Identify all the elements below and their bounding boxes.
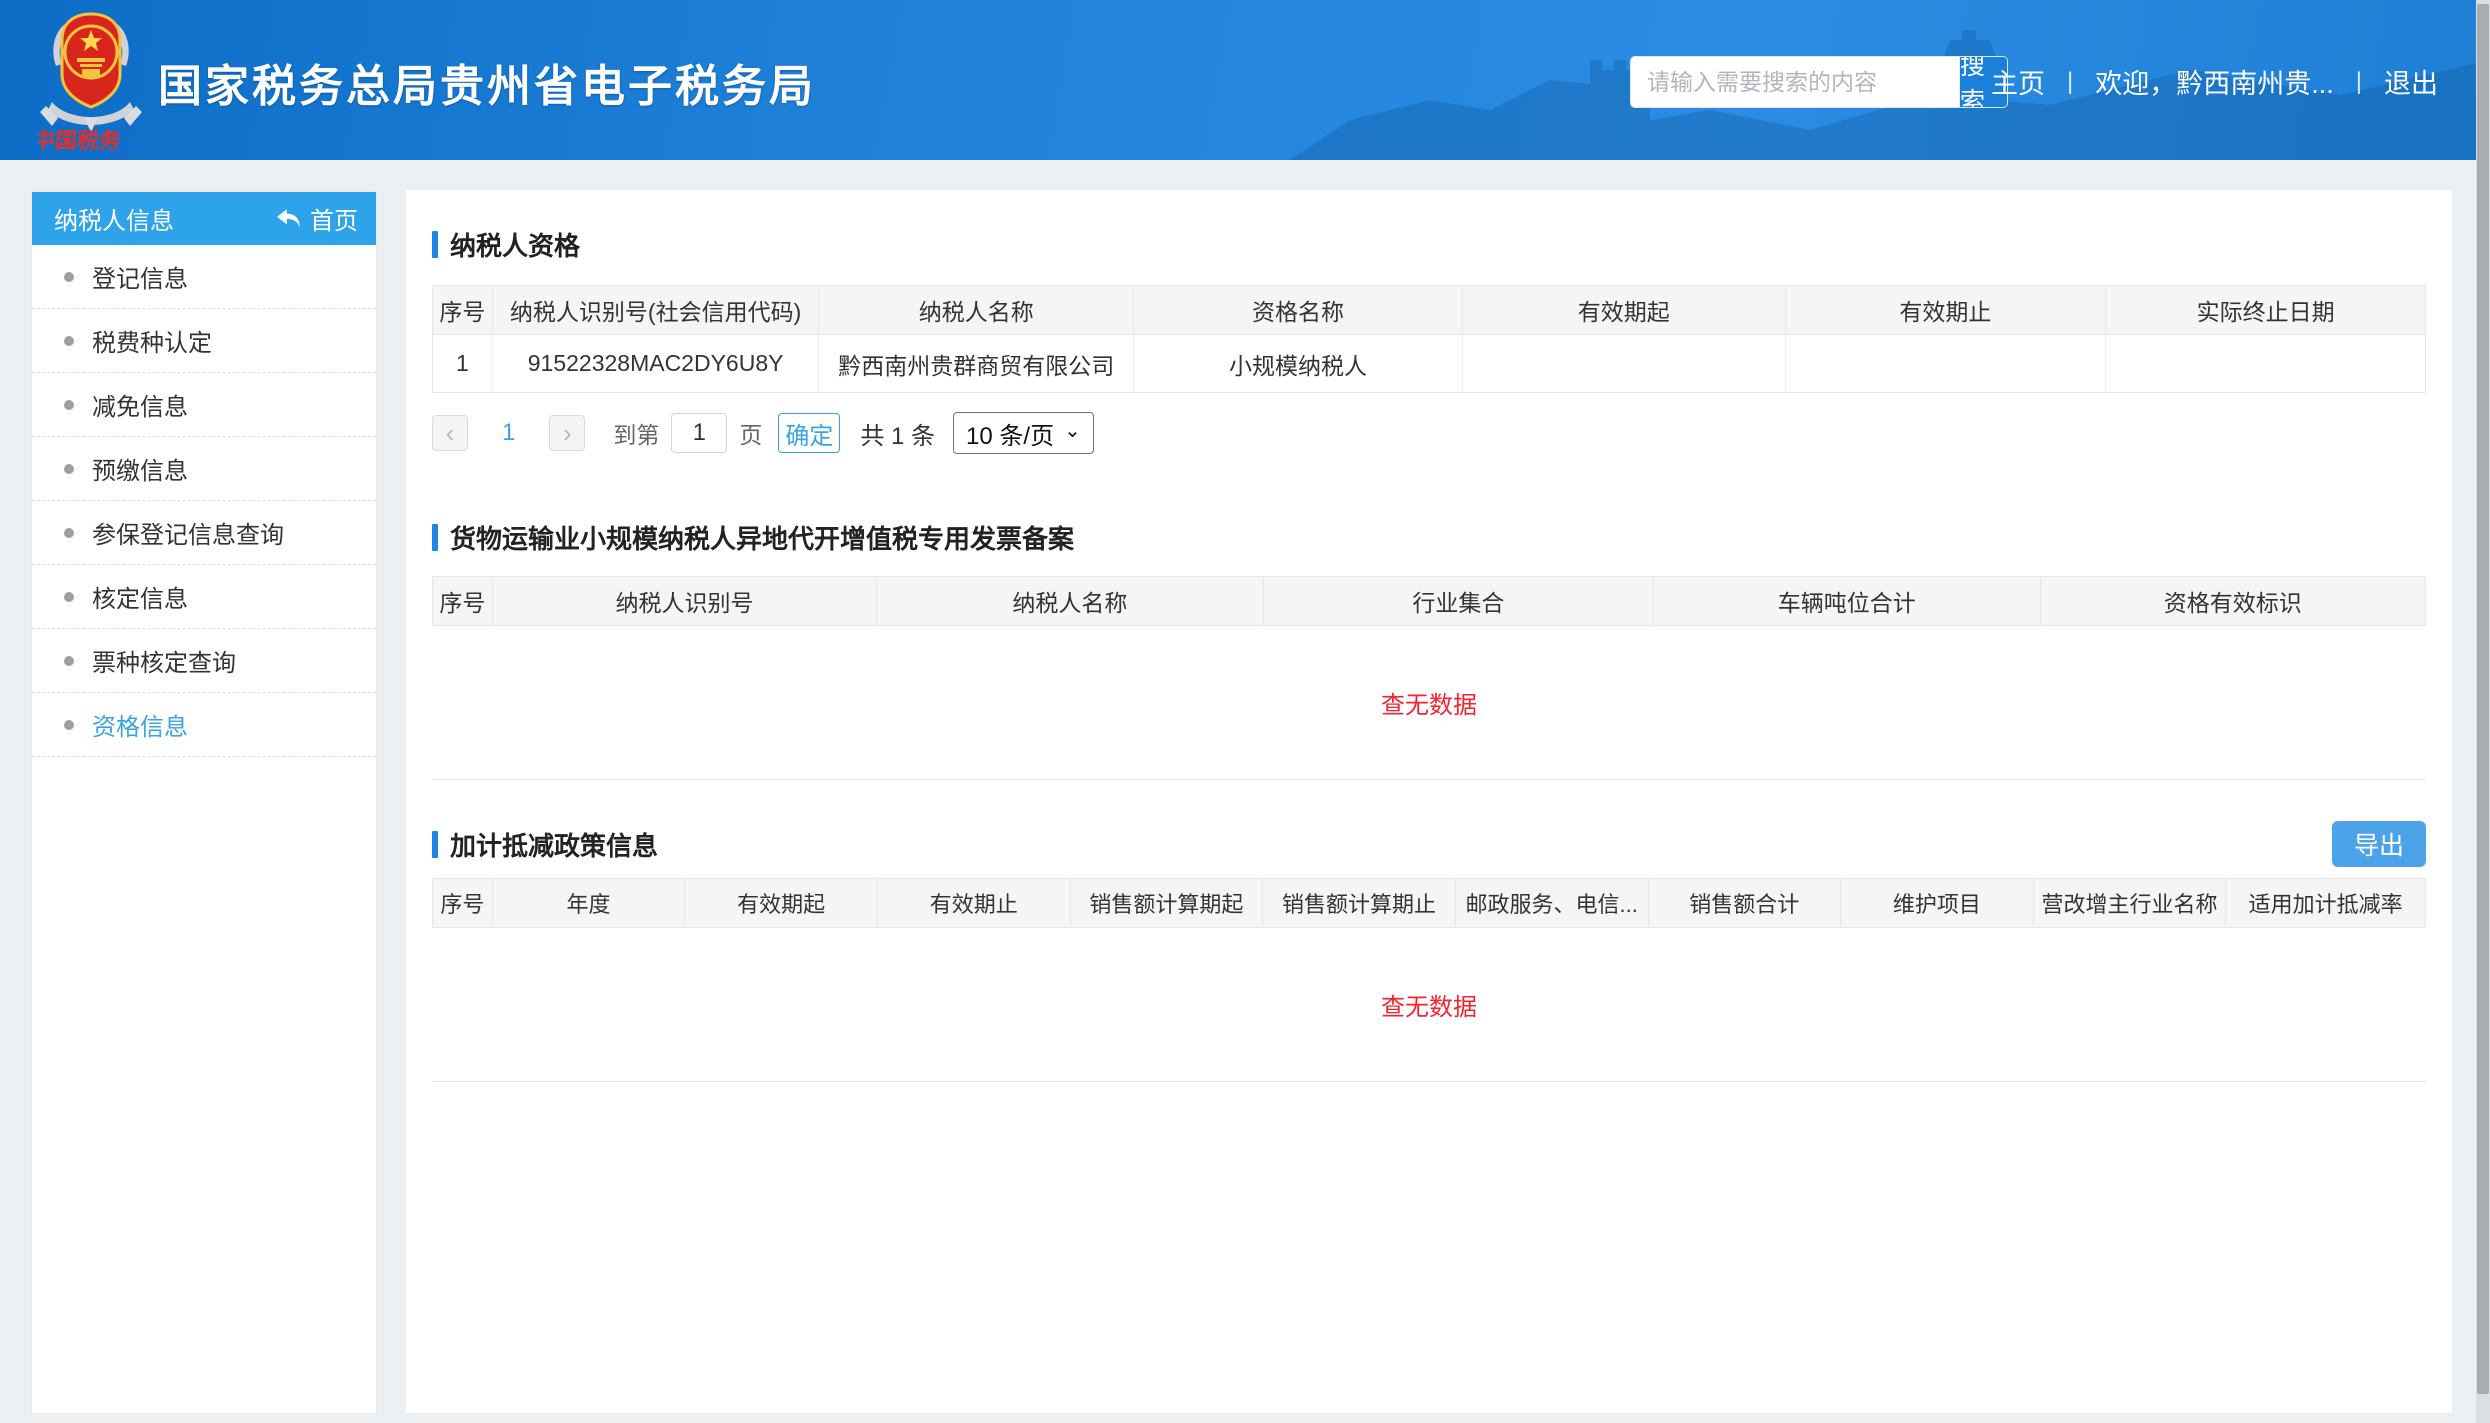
column-header: 销售额计算期起 — [1071, 879, 1264, 927]
next-page-button[interactable]: › — [549, 415, 585, 451]
prev-page-button[interactable]: ‹ — [432, 415, 468, 451]
sidebar-home-label: 首页 — [310, 201, 358, 236]
table-header-row: 序号年度有效期起有效期止销售额计算期起销售额计算期止邮政服务、电信...销售额合… — [432, 878, 2426, 928]
column-header: 纳税人名称 — [819, 286, 1134, 334]
sidebar-header: 纳税人信息 首页 — [32, 192, 376, 245]
column-header: 资格有效标识 — [2041, 577, 2426, 625]
table-cell: 小规模纳税人 — [1134, 335, 1463, 392]
sidebar-item-zige[interactable]: 资格信息 — [32, 693, 376, 757]
column-header: 实际终止日期 — [2106, 286, 2425, 334]
pagination: ‹ 1 › 到第 页 确定 共 1 条 10 条/页 ⌄ — [432, 411, 2426, 455]
sidebar-item-yujiao[interactable]: 预缴信息 — [32, 437, 376, 501]
taxpayer-qualification-table: 序号纳税人识别号(社会信用代码)纳税人名称资格名称有效期起有效期止实际终止日期1… — [432, 285, 2426, 393]
scrollbar-thumb[interactable] — [2477, 4, 2489, 1394]
column-header: 维护项目 — [1841, 879, 2034, 927]
section-title-freight: 货物运输业小规模纳税人异地代开增值税专用发票备案 — [432, 519, 2426, 556]
column-header: 有效期止 — [1786, 286, 2107, 334]
column-header: 年度 — [493, 879, 686, 927]
table-cell — [2106, 335, 2425, 392]
page-input[interactable] — [671, 413, 727, 453]
page-unit-label: 页 — [739, 416, 762, 450]
column-header: 纳税人名称 — [877, 577, 1263, 625]
column-header: 有效期止 — [878, 879, 1071, 927]
bullet-icon — [64, 272, 74, 282]
freight-filing-table: 序号纳税人识别号纳税人名称行业集合车辆吨位合计资格有效标识查无数据 — [432, 576, 2426, 780]
column-header: 有效期起 — [685, 879, 878, 927]
vertical-scrollbar[interactable] — [2476, 0, 2490, 1423]
bullet-icon — [64, 464, 74, 474]
section-title-qualification: 纳税人资格 — [432, 226, 2426, 263]
sidebar-title: 纳税人信息 — [54, 201, 174, 236]
bullet-icon — [64, 528, 74, 538]
column-header: 邮政服务、电信... — [1456, 879, 1649, 927]
column-header: 资格名称 — [1134, 286, 1463, 334]
site-title: 国家税务总局贵州省电子税务局 — [158, 50, 816, 114]
section-title-deduction: 加计抵减政策信息 — [432, 826, 658, 863]
page-number[interactable]: 1 — [502, 419, 515, 447]
column-header: 销售额计算期止 — [1263, 879, 1456, 927]
column-header: 车辆吨位合计 — [1654, 577, 2040, 625]
table-cell: 91522328MAC2DY6U8Y — [493, 335, 820, 392]
tax-emblem-logo: 中国税务 — [38, 6, 144, 156]
column-header: 序号 — [433, 577, 493, 625]
search-bar: 搜索 — [1630, 56, 2008, 108]
column-header: 行业集合 — [1264, 577, 1654, 625]
app-header: 中国税务 国家税务总局贵州省电子税务局 搜索 主页 | 欢迎，黔西南州贵... … — [0, 0, 2490, 160]
bullet-icon — [64, 336, 74, 346]
back-arrow-icon — [276, 208, 302, 230]
welcome-user-link[interactable]: 欢迎，黔西南州贵... — [2095, 62, 2334, 101]
sidebar-item-jianmian[interactable]: 减免信息 — [32, 373, 376, 437]
main-panel: 纳税人资格 序号纳税人识别号(社会信用代码)纳税人名称资格名称有效期起有效期止实… — [406, 190, 2452, 1413]
column-header: 序号 — [433, 286, 493, 334]
chevron-down-icon: ⌄ — [1064, 418, 1081, 443]
column-header: 销售额合计 — [1649, 879, 1842, 927]
table-cell — [1786, 335, 2107, 392]
empty-data-text: 查无数据 — [432, 928, 2426, 1082]
deduction-policy-table: 序号年度有效期起有效期止销售额计算期起销售额计算期止邮政服务、电信...销售额合… — [432, 878, 2426, 1082]
bullet-icon — [64, 656, 74, 666]
table-cell: 1 — [433, 335, 493, 392]
column-header: 适用加计抵减率 — [2226, 879, 2425, 927]
sidebar-item-piaozhong[interactable]: 票种核定查询 — [32, 629, 376, 693]
title-marker — [432, 831, 438, 858]
title-marker — [432, 231, 438, 258]
column-header: 营改增主行业名称 — [2034, 879, 2227, 927]
sidebar-item-heding[interactable]: 核定信息 — [32, 565, 376, 629]
separator: | — [2067, 68, 2073, 96]
goto-label: 到第 — [613, 416, 659, 450]
separator: | — [2356, 68, 2362, 96]
sidebar-item-canbao[interactable]: 参保登记信息查询 — [32, 501, 376, 565]
page-size-select[interactable]: 10 条/页 ⌄ — [953, 412, 1094, 454]
title-marker — [432, 524, 438, 551]
empty-data-text: 查无数据 — [432, 626, 2426, 780]
bullet-icon — [64, 720, 74, 730]
table-cell: 黔西南州贵群商贸有限公司 — [819, 335, 1134, 392]
search-input[interactable] — [1631, 57, 1959, 107]
logout-link[interactable]: 退出 — [2384, 62, 2438, 101]
home-link[interactable]: 主页 — [1991, 62, 2045, 101]
sidebar-item-shuifeizhong[interactable]: 税费种认定 — [32, 309, 376, 373]
sidebar-item-dengji[interactable]: 登记信息 — [32, 245, 376, 309]
table-header-row: 序号纳税人识别号纳税人名称行业集合车辆吨位合计资格有效标识 — [432, 576, 2426, 626]
confirm-page-button[interactable]: 确定 — [778, 413, 840, 453]
total-count: 共 1 条 — [860, 416, 935, 451]
section-title-deduction-row: 加计抵减政策信息 导出 — [432, 820, 2426, 868]
column-header: 有效期起 — [1463, 286, 1786, 334]
sidebar-home-button[interactable]: 首页 — [276, 201, 358, 236]
top-links: 主页 | 欢迎，黔西南州贵... | 退出 — [1991, 62, 2438, 101]
bullet-icon — [64, 400, 74, 410]
table-row: 191522328MAC2DY6U8Y黔西南州贵群商贸有限公司小规模纳税人 — [432, 335, 2426, 393]
table-header-row: 序号纳税人识别号(社会信用代码)纳税人名称资格名称有效期起有效期止实际终止日期 — [432, 285, 2426, 335]
column-header: 纳税人识别号 — [493, 577, 877, 625]
sidebar: 纳税人信息 首页 登记信息 税费种认定 减免信息 预缴信息 参保登记信息查询 核… — [32, 192, 376, 1413]
column-header: 纳税人识别号(社会信用代码) — [493, 286, 820, 334]
column-header: 序号 — [433, 879, 493, 927]
table-cell — [1463, 335, 1786, 392]
bullet-icon — [64, 592, 74, 602]
logo-caption: 中国税务 — [38, 128, 123, 153]
export-button[interactable]: 导出 — [2332, 821, 2426, 867]
